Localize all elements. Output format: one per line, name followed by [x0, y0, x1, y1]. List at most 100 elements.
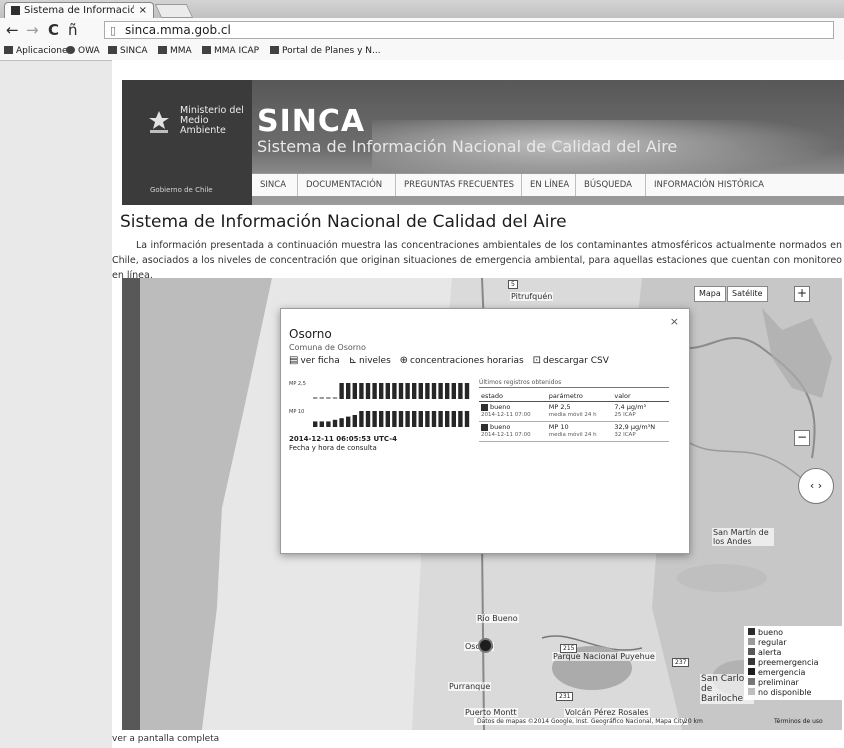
hourly-bar — [319, 397, 324, 399]
station-map[interactable]: Mapa Satélite + − ‹ › Pitrufquén Río Bue… — [122, 278, 842, 730]
reload-icon[interactable]: C — [48, 21, 59, 39]
legend-swatch — [748, 638, 755, 645]
hourly-bar — [464, 383, 470, 399]
column-header: valor — [612, 391, 669, 402]
map-legend: bueno regular alerta preemergencia emerg… — [744, 626, 842, 700]
legend-item: alerta — [748, 648, 842, 658]
bookmark-mma[interactable]: MMA — [158, 42, 192, 60]
hourly-bar — [405, 383, 410, 399]
bar-row-label: MP 10 — [289, 409, 304, 415]
hourly-bar — [339, 383, 344, 399]
hourly-bar — [385, 411, 390, 427]
hourly-bar — [445, 411, 450, 427]
hourly-bars-svg: MP 2,5 MP 10 — [289, 381, 470, 427]
menu-item-preguntas[interactable]: PREGUNTAS FRECUENTES — [396, 174, 522, 196]
tab-close-button[interactable]: × — [139, 3, 147, 19]
hourly-bar — [326, 421, 331, 427]
hourly-bar — [352, 415, 357, 427]
map-scale: 20 km — [684, 718, 703, 725]
bar-row-label: MP 2,5 — [289, 381, 306, 387]
menu-item-en-linea[interactable]: EN LÍNEA — [522, 174, 576, 196]
menu-item-historica[interactable]: INFORMACIÓN HISTÓRICA — [646, 174, 796, 196]
hourly-bar — [458, 383, 463, 399]
concentraciones-link[interactable]: ⊕ concentraciones horarias — [399, 355, 524, 366]
clock-icon: ⊕ — [399, 355, 409, 366]
table-row: bueno 2014-12-11 07:00 MP 10 media móvil 2… — [479, 421, 669, 442]
sheet-icon: ▤ — [289, 355, 299, 366]
forward-icon[interactable]: → — [26, 21, 39, 39]
legend-swatch — [748, 668, 755, 675]
hourly-bar — [326, 397, 331, 399]
map-label: Río Bueno — [476, 614, 519, 623]
chart-icon: ⊾ — [348, 355, 357, 366]
coat-of-arms-icon — [149, 111, 169, 133]
hourly-bar — [359, 383, 364, 399]
niveles-link[interactable]: ⊾ niveles — [348, 355, 391, 366]
popup-close-icon[interactable]: × — [670, 315, 679, 328]
url-text: sinca.mma.gob.cl — [125, 23, 231, 37]
map-type-mapa[interactable]: Mapa — [694, 286, 726, 302]
bookmarks-bar: Aplicaciones OWA SINCA MMA MMA ICAP Port… — [0, 42, 844, 61]
column-header: estado — [479, 391, 547, 402]
pan-control-icon[interactable]: ‹ › — [798, 468, 834, 504]
hourly-bar — [438, 411, 443, 427]
bookmark-folder-icon — [202, 46, 211, 54]
hourly-bar — [372, 411, 377, 427]
back-icon[interactable]: ← — [6, 21, 19, 39]
ver-ficha-link[interactable]: ▤ ver ficha — [289, 355, 340, 366]
hourly-bar — [392, 411, 397, 427]
bookmark-sinca[interactable]: SINCA — [108, 42, 148, 60]
table-row: bueno 2014-12-11 07:00 MP 2,5 media móvil … — [479, 401, 669, 422]
zoom-in-button[interactable]: + — [794, 286, 810, 302]
hourly-bar — [412, 383, 417, 399]
hourly-bar — [332, 397, 338, 399]
records-caption: Últimos registros obtenidos — [479, 379, 669, 388]
status-swatch — [481, 424, 488, 431]
sinca-subtitle: Sistema de Información Nacional de Calid… — [257, 137, 678, 156]
bookmark-folder-icon — [158, 46, 167, 54]
terms-link[interactable]: Términos de uso — [774, 718, 823, 725]
bookmark-mma-icap[interactable]: MMA ICAP — [202, 42, 259, 60]
descargar-csv-link[interactable]: ⊡ descargar CSV — [533, 355, 609, 366]
ministry-name: Ministerio del Medio Ambiente — [180, 105, 244, 136]
legend-swatch — [748, 648, 755, 655]
road-badge: 5 — [508, 280, 518, 289]
query-timestamp-label: Fecha y hora de consulta — [289, 444, 377, 452]
map-type-satelite[interactable]: Satélite — [727, 286, 768, 302]
hourly-bar — [346, 383, 351, 399]
hourly-bar — [398, 411, 404, 427]
query-timestamp: 2014-12-11 06:05:53 UTC-4 — [289, 435, 398, 443]
map-attribution: Datos de mapas ©2014 Google, Inst. Geogr… — [474, 718, 689, 725]
fullscreen-link[interactable]: ver a pantalla completa — [112, 734, 219, 744]
hourly-bar — [365, 383, 371, 399]
bookmark-owa[interactable]: OWA — [66, 42, 100, 60]
bookmark-portal[interactable]: Portal de Planes y N... — [270, 42, 381, 60]
sinca-logo[interactable]: SINCA — [257, 104, 365, 139]
browser-tab[interactable]: Sistema de Información N × — [4, 2, 154, 18]
menu-item-busqueda[interactable]: BÚSQUEDA — [576, 174, 646, 196]
address-bar[interactable]: ▯ sinca.mma.gob.cl — [104, 21, 834, 39]
new-tab-button[interactable] — [154, 4, 194, 18]
page-icon: ▯ — [110, 24, 117, 37]
menu-item-sinca[interactable]: SINCA — [252, 174, 298, 196]
site-header: Ministerio del Medio Ambiente Gobierno d… — [122, 80, 844, 205]
hourly-bar — [372, 383, 377, 399]
page-content: Ministerio del Medio Ambiente Gobierno d… — [112, 60, 844, 748]
menu-item-documentacion[interactable]: DOCUMENTACIÓN — [298, 174, 396, 196]
hourly-bar — [425, 411, 430, 427]
hourly-bar — [313, 397, 318, 399]
home-icon[interactable]: ñ — [68, 21, 78, 39]
column-header: parámetro — [546, 391, 613, 402]
station-marker-osorno[interactable] — [478, 638, 493, 653]
owa-icon — [66, 46, 75, 54]
zoom-out-button[interactable]: − — [794, 430, 810, 446]
bookmark-apps[interactable]: Aplicaciones — [4, 42, 72, 60]
legend-item: no disponible — [748, 688, 842, 698]
legend-swatch — [748, 678, 755, 685]
station-popup: × Osorno Comuna de Osorno ▤ ver ficha ⊾ ni… — [280, 308, 690, 554]
map-label: Puerto Montt — [464, 708, 518, 717]
road-badge: 231 — [556, 692, 574, 701]
hourly-bar — [379, 411, 384, 427]
gobierno-label: Gobierno de Chile — [150, 186, 213, 194]
latest-records: Últimos registros obtenidos estado parám… — [479, 379, 669, 442]
